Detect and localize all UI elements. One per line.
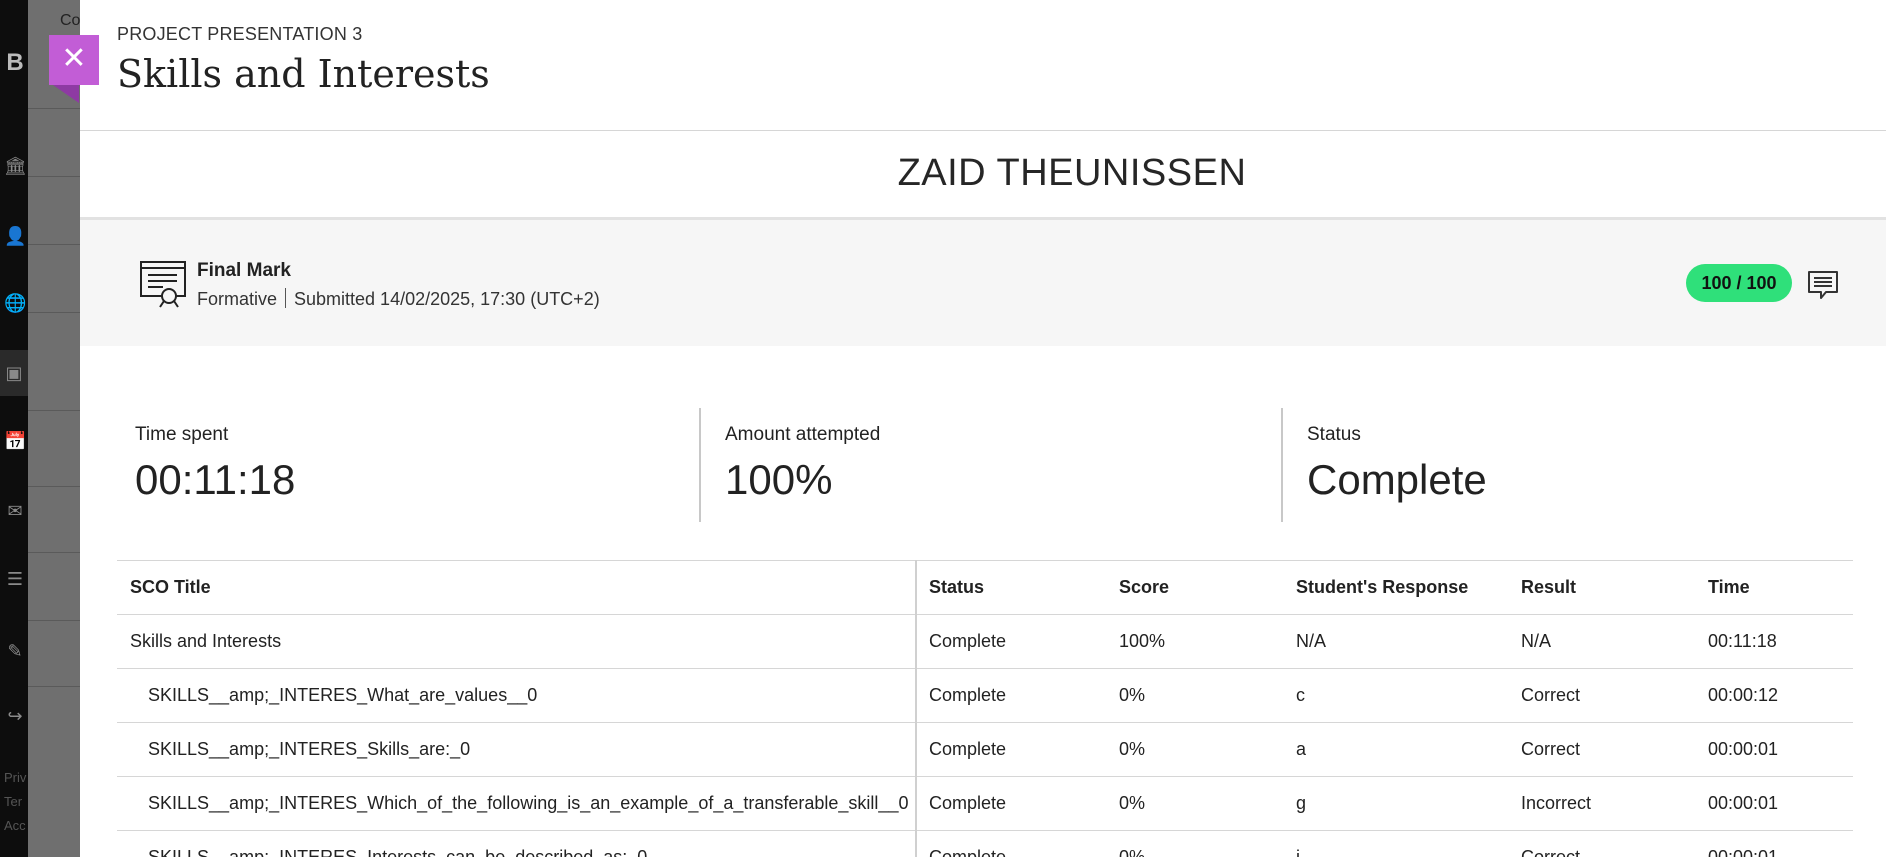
- stat-label: Amount attempted: [725, 424, 881, 445]
- calendar-icon[interactable]: 📅: [4, 430, 26, 452]
- grade-score-pill[interactable]: 100 / 100: [1686, 264, 1792, 302]
- sco-table: SCO Title Status Score Student's Respons…: [117, 560, 1853, 857]
- response-cell: i: [1296, 830, 1521, 857]
- column-header: Student's Response: [1296, 560, 1521, 615]
- stat-status: Status Complete: [1281, 408, 1843, 522]
- presentation-icon: [140, 261, 186, 308]
- divider: [28, 108, 80, 109]
- assessment-kicker: PROJECT PRESENTATION 3: [117, 24, 363, 44]
- table-row: SKILLS__amp;_INTERES_Skills_are:_0 Compl…: [117, 722, 1853, 777]
- response-cell: a: [1296, 722, 1521, 777]
- divider: [28, 552, 80, 553]
- submitted-date: Submitted 14/02/2025, 17:30 (UTC+2): [294, 289, 600, 309]
- close-panel-button[interactable]: ✕: [49, 35, 99, 85]
- courses-icon[interactable]: ▣: [0, 350, 28, 396]
- separator: [285, 288, 287, 308]
- status-cell: Complete: [916, 830, 1119, 857]
- stat-time-spent: Time spent 00:11:18: [117, 408, 699, 522]
- score-cell: 0%: [1119, 668, 1296, 723]
- sco-title-cell: SKILLS__amp;_INTERES_Interests_can_be_de…: [117, 830, 917, 857]
- grade-type: Formative: [197, 289, 278, 309]
- close-button-tab: [53, 85, 79, 103]
- attempt-stats: Time spent 00:11:18 Amount attempted 100…: [117, 408, 1852, 522]
- table-row: SKILLS__amp;_INTERES_What_are_values__0 …: [117, 668, 1853, 723]
- panel-header: PROJECT PRESENTATION 3 Skills and Intere…: [80, 0, 1886, 131]
- sco-title-cell: SKILLS__amp;_INTERES_Which_of_the_follow…: [117, 776, 917, 831]
- status-cell: Complete: [916, 722, 1119, 777]
- score-cell: 0%: [1119, 776, 1296, 831]
- footer-accessibility[interactable]: Acc: [4, 818, 26, 833]
- result-cell: Correct: [1521, 668, 1708, 723]
- column-header: Status: [916, 560, 1119, 615]
- footer-privacy[interactable]: Priv: [4, 770, 26, 785]
- score-cell: 0%: [1119, 722, 1296, 777]
- divider: [28, 244, 80, 245]
- background-nav-rail: B 🏛 👤 🌐 ▣ 📅 ✉ ☰ ✎ ↪ Priv Ter Acc: [0, 0, 28, 857]
- grade-title: Final Mark: [197, 260, 291, 281]
- divider: [28, 312, 80, 313]
- globe-icon[interactable]: 🌐: [4, 292, 26, 314]
- divider: [28, 486, 80, 487]
- divider: [28, 176, 80, 177]
- time-cell: 00:00:01: [1708, 722, 1853, 777]
- time-cell: 00:11:18: [1708, 614, 1853, 669]
- divider: [28, 410, 80, 411]
- status-cell: Complete: [916, 668, 1119, 723]
- student-name: ZAID THEUNISSEN: [897, 152, 1247, 194]
- divider: [28, 620, 80, 621]
- close-icon: ✕: [61, 42, 87, 75]
- grades-icon[interactable]: ☰: [4, 568, 26, 590]
- response-cell: c: [1296, 668, 1521, 723]
- response-cell: N/A: [1296, 614, 1521, 669]
- table-header-row: SCO Title Status Score Student's Respons…: [117, 560, 1853, 615]
- result-cell: Correct: [1521, 830, 1708, 857]
- score-cell: 100%: [1119, 614, 1296, 669]
- time-cell: 00:00:01: [1708, 776, 1853, 831]
- stat-value: 100%: [725, 456, 833, 503]
- score-cell: 0%: [1119, 830, 1296, 857]
- stat-value: 00:11:18: [135, 456, 296, 503]
- tools-icon[interactable]: ✎: [4, 640, 26, 662]
- status-cell: Complete: [916, 776, 1119, 831]
- stat-value: Complete: [1307, 456, 1487, 503]
- grade-summary: Final Mark Formative Submitted 14/02/2025…: [80, 220, 1886, 346]
- grade-meta: Formative Submitted 14/02/2025, 17:30 (UT…: [197, 288, 600, 310]
- column-header: Score: [1119, 560, 1296, 615]
- feedback-icon[interactable]: [1806, 268, 1840, 302]
- response-cell: g: [1296, 776, 1521, 831]
- footer-terms[interactable]: Ter: [4, 794, 22, 809]
- page-title: Skills and Interests: [117, 52, 490, 96]
- sco-title-cell: SKILLS__amp;_INTERES_Skills_are:_0: [117, 722, 917, 777]
- stat-label: Status: [1307, 424, 1361, 445]
- column-header: Time: [1708, 560, 1853, 615]
- sco-title-cell: SKILLS__amp;_INTERES_What_are_values__0: [117, 668, 917, 723]
- table-row: SKILLS__amp;_INTERES_Interests_can_be_de…: [117, 830, 1853, 857]
- result-cell: N/A: [1521, 614, 1708, 669]
- divider: [28, 686, 80, 687]
- logo-initial: B: [6, 49, 24, 76]
- table-row: Skills and Interests Complete 100% N/A N…: [117, 614, 1853, 669]
- profile-icon[interactable]: 👤: [4, 225, 26, 247]
- institution-icon[interactable]: 🏛: [4, 155, 27, 177]
- time-cell: 00:00:01: [1708, 830, 1853, 857]
- result-cell: Correct: [1521, 722, 1708, 777]
- sco-title-cell: Skills and Interests: [117, 614, 917, 669]
- attempt-details-panel: PROJECT PRESENTATION 3 Skills and Intere…: [80, 0, 1886, 857]
- stat-label: Time spent: [135, 424, 229, 445]
- student-name-bar: ZAID THEUNISSEN: [80, 131, 1886, 220]
- messages-icon[interactable]: ✉: [4, 500, 26, 522]
- stat-amount-attempted: Amount attempted 100%: [699, 408, 1283, 522]
- column-header: SCO Title: [117, 560, 917, 615]
- time-cell: 00:00:12: [1708, 668, 1853, 723]
- result-cell: Incorrect: [1521, 776, 1708, 831]
- column-header: Result: [1521, 560, 1708, 615]
- background-breadcrumb: Co: [60, 12, 81, 29]
- background-content-strip: Co: [28, 0, 80, 857]
- status-cell: Complete: [916, 614, 1119, 669]
- table-row: SKILLS__amp;_INTERES_Which_of_the_follow…: [117, 776, 1853, 831]
- sign-out-icon[interactable]: ↪: [4, 705, 26, 727]
